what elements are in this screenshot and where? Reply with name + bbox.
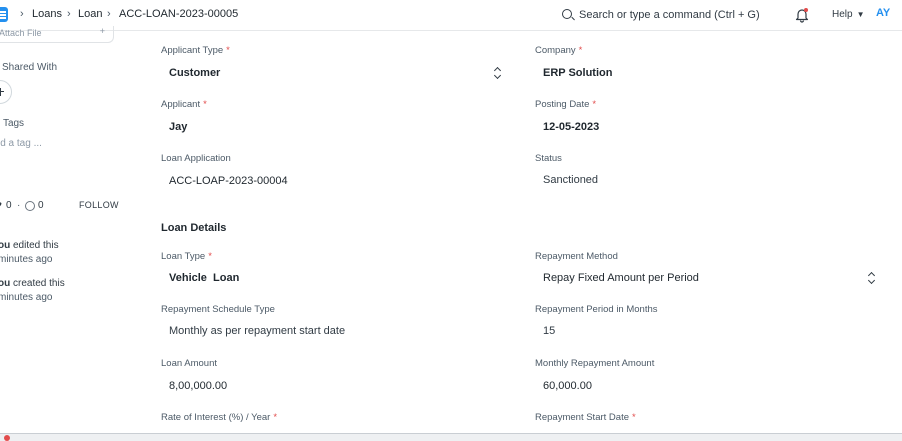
applicant-field[interactable]: Jay (169, 121, 187, 133)
loan-amount-label: Loan Amount (161, 358, 217, 369)
loan-application-field[interactable]: ACC-LOAP-2023-00004 (169, 175, 288, 187)
navbar: › Loans › Loan › ACC-LOAN-2023-00005 Sea… (0, 0, 902, 31)
repayment-method-select[interactable]: Repay Fixed Amount per Period (543, 272, 699, 284)
chevron-right-icon: › (107, 8, 111, 20)
activity-item: ou created this (0, 278, 65, 289)
repayment-schedule-type-value: Monthly as per repayment start date (169, 325, 346, 337)
posting-date-field[interactable]: 12-05-2023 (543, 121, 599, 133)
monthly-repayment-label: Monthly Repayment Amount (535, 358, 655, 369)
likes-count: 0 (5, 200, 12, 211)
likes-counter[interactable]: ♥0 (0, 200, 12, 211)
app-menu-icon[interactable] (0, 7, 8, 22)
shared-with-heading: ‚ Shared With (0, 62, 57, 73)
posting-date-label: Posting Date * (535, 99, 596, 110)
repayment-start-date-label-text: Repayment Start Date (535, 412, 629, 423)
chevron-right-icon: › (20, 8, 24, 20)
rate-of-interest-label-text: Rate of Interest (%) / Year (161, 412, 271, 423)
notification-bell-icon[interactable] (795, 7, 809, 23)
follow-button[interactable]: FOLLOW (79, 200, 119, 210)
applicant-label-text: Applicant (161, 99, 201, 110)
repayment-method-label: Repayment Method (535, 251, 618, 262)
plus-icon: + (99, 26, 105, 36)
select-arrows-icon[interactable] (869, 272, 875, 284)
company-field[interactable]: ERP Solution (543, 67, 612, 79)
comments-count: 0 (38, 200, 44, 211)
tags-heading: - Tags (0, 118, 24, 129)
loan-amount-field[interactable]: 8,00,000.00 (169, 380, 227, 392)
required-marker: * (208, 251, 212, 262)
rate-of-interest-label: Rate of Interest (%) / Year * (161, 412, 277, 423)
search-icon (562, 9, 572, 19)
avatar[interactable]: AY (876, 7, 890, 19)
loan-type-label: Loan Type * (161, 251, 212, 262)
applicant-label: Applicant * (161, 99, 207, 110)
breadcrumb-loan[interactable]: Loan (78, 8, 102, 20)
applicant-type-label-text: Applicant Type (161, 45, 224, 56)
loan-type-label-text: Loan Type (161, 251, 206, 262)
breadcrumb-current-doc[interactable]: ACC-LOAN-2023-00005 (119, 8, 238, 20)
required-marker: * (226, 45, 230, 56)
repayment-period-value: 15 (543, 325, 556, 337)
posting-date-label-text: Posting Date (535, 99, 590, 110)
activity-item: ou edited this (0, 240, 59, 251)
loan-application-label: Loan Application (161, 153, 231, 164)
search-input[interactable]: Search or type a command (Ctrl + G) (560, 6, 760, 24)
required-marker: * (632, 412, 636, 423)
required-marker: * (592, 99, 597, 110)
activity-action: edited this (10, 240, 59, 251)
breadcrumb-loans[interactable]: Loans (32, 8, 62, 20)
company-label-text: Company (535, 45, 576, 56)
search-placeholder: Search or type a command (Ctrl + G) (579, 9, 760, 21)
repayment-schedule-type-label: Repayment Schedule Type (161, 304, 275, 315)
chevron-down-icon: ▼ (856, 10, 865, 19)
attach-file-field[interactable]: Attach File + (0, 26, 114, 43)
activity-time: minutes ago (0, 292, 53, 303)
select-arrows-icon[interactable] (495, 67, 501, 79)
required-marker: * (273, 412, 278, 423)
status-label: Status (535, 153, 562, 164)
add-tag-link[interactable]: ld a tag ... (0, 138, 42, 149)
company-label: Company * (535, 45, 582, 56)
loan-type-field[interactable]: Vehicle Loan (169, 272, 239, 284)
attach-file-label: Attach File (0, 28, 42, 38)
required-marker: * (203, 99, 207, 110)
taskbar-app-icon (4, 435, 10, 441)
status-value: Sanctioned (543, 174, 599, 186)
chevron-right-icon: › (67, 8, 71, 20)
repayment-period-label: Repayment Period in Months (535, 304, 658, 315)
applicant-type-label: Applicant Type * (161, 45, 230, 56)
help-label: Help (832, 9, 853, 20)
shared-with-label: Shared With (2, 62, 58, 73)
monthly-repayment-field[interactable]: 60,000.00 (543, 380, 592, 392)
repayment-start-date-label: Repayment Start Date * (535, 412, 636, 423)
dot-separator: · (17, 200, 21, 211)
help-dropdown[interactable]: Help ▼ (832, 9, 865, 20)
add-share-button[interactable] (0, 80, 12, 104)
activity-time: minutes ago (0, 254, 53, 265)
tags-label: Tags (2, 118, 25, 129)
activity-user: ou (0, 278, 11, 289)
comment-icon[interactable] (25, 201, 35, 211)
activity-user: ou (0, 240, 11, 251)
activity-action: created this (10, 278, 65, 289)
applicant-type-select[interactable]: Customer (169, 67, 220, 79)
section-title-loan-details: Loan Details (161, 222, 227, 234)
required-marker: * (578, 45, 583, 56)
